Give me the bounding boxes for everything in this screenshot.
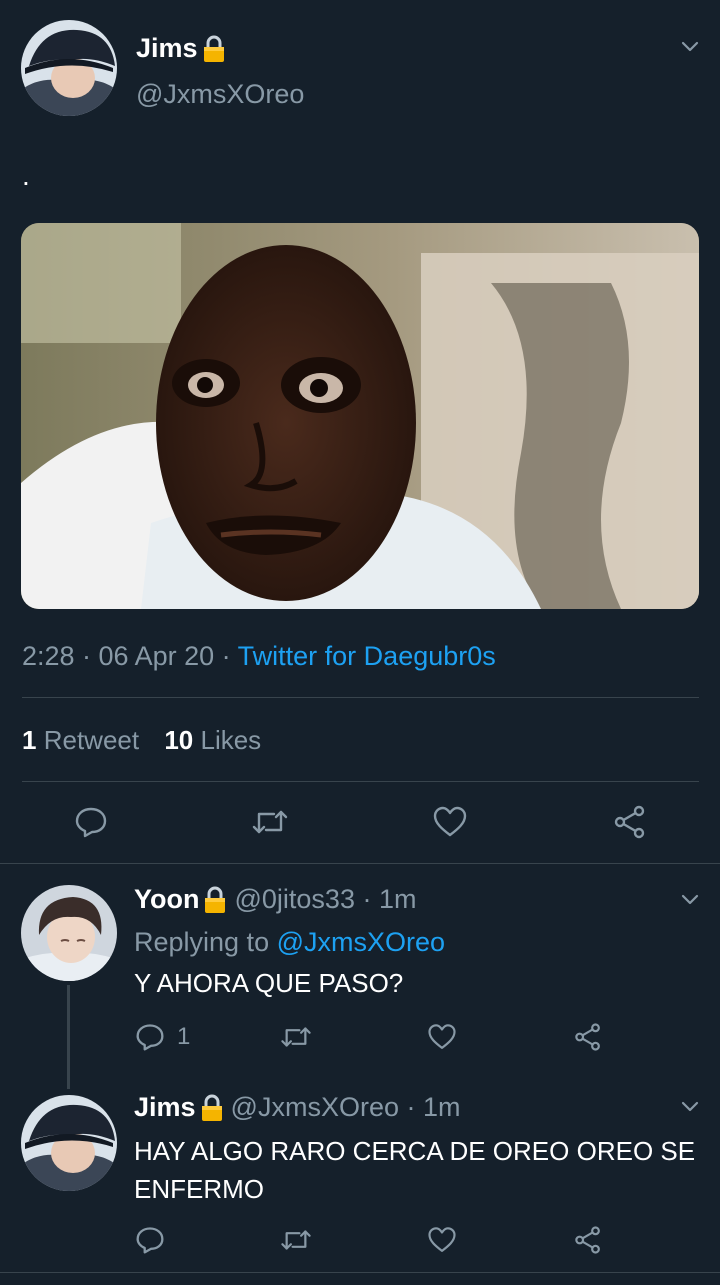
- tweet-timestamp: 2:28 · 06 Apr 20 ·: [22, 641, 238, 671]
- reply-text: HAY ALGO RARO CERCA DE OREO OREO SE ENFE…: [134, 1132, 695, 1208]
- author-name-row[interactable]: Jims: [136, 33, 227, 64]
- divider: [22, 781, 699, 782]
- reply-author-name[interactable]: Yoon: [134, 884, 199, 915]
- reply-text-line: HAY ALGO RARO CERCA DE OREO OREO SE: [134, 1136, 696, 1166]
- share-icon[interactable]: [612, 805, 648, 839]
- reply-header: Jims @JxmsXOreo · 1m: [134, 1092, 460, 1123]
- retweet-label: Retweet: [43, 725, 140, 755]
- tweet-media-image[interactable]: [21, 223, 699, 609]
- reply-icon[interactable]: [135, 1225, 165, 1255]
- lock-icon: [202, 885, 228, 915]
- lock-icon: [201, 34, 227, 64]
- reply-header: Yoon @0jitos33 · 1m: [134, 884, 416, 915]
- section-divider: [0, 1272, 720, 1273]
- retweet-icon[interactable]: [250, 805, 290, 839]
- replying-to-prefix: Replying to: [134, 927, 277, 957]
- share-icon[interactable]: [573, 1022, 603, 1052]
- thread-line: [67, 985, 70, 1089]
- retweet-icon[interactable]: [279, 1225, 313, 1255]
- like-icon[interactable]: [427, 1225, 457, 1255]
- section-divider: [0, 863, 720, 864]
- tweet-source-link[interactable]: Twitter for Daegubr0s: [238, 641, 496, 671]
- chevron-down-icon[interactable]: [678, 1094, 702, 1118]
- retweet-icon[interactable]: [279, 1022, 313, 1052]
- like-count: 10: [164, 725, 194, 755]
- retweet-stat[interactable]: 1 Retweet: [22, 725, 146, 755]
- reply-avatar[interactable]: [21, 1095, 117, 1191]
- share-icon[interactable]: [573, 1225, 603, 1255]
- retweet-count: 1: [22, 725, 37, 755]
- reply-count: 1: [177, 1023, 191, 1050]
- reply-text-line: ENFERMO: [134, 1174, 264, 1204]
- author-name[interactable]: Jims: [136, 33, 198, 64]
- lock-icon: [199, 1093, 225, 1123]
- author-avatar[interactable]: [21, 20, 117, 116]
- replying-to-handle[interactable]: @JxmsXOreo: [277, 927, 445, 957]
- like-stat[interactable]: 10 Likes: [164, 725, 261, 755]
- reply-author-name[interactable]: Jims: [134, 1092, 196, 1123]
- chevron-down-icon[interactable]: [678, 34, 702, 58]
- author-handle[interactable]: @JxmsXOreo: [136, 79, 304, 110]
- like-label: Likes: [200, 725, 262, 755]
- tweet-text: .: [22, 160, 30, 191]
- tweet-meta: 2:28 · 06 Apr 20 · Twitter for Daegubr0s: [22, 641, 496, 672]
- chevron-down-icon[interactable]: [678, 887, 702, 911]
- tweet-stats: 1 Retweet 10 Likes: [22, 725, 261, 756]
- like-icon[interactable]: [432, 805, 468, 839]
- reply-author-handle[interactable]: @JxmsXOreo · 1m: [231, 1092, 461, 1123]
- reply-icon[interactable]: [74, 805, 108, 839]
- reply-avatar[interactable]: [21, 885, 117, 981]
- reply-author-handle[interactable]: @0jitos33 · 1m: [234, 884, 416, 915]
- reply-text: Y AHORA QUE PASO?: [134, 968, 404, 998]
- divider: [22, 697, 699, 698]
- replying-to: Replying to @JxmsXOreo: [134, 927, 445, 958]
- like-icon[interactable]: [427, 1022, 457, 1052]
- reply-icon[interactable]: 1: [135, 1022, 190, 1052]
